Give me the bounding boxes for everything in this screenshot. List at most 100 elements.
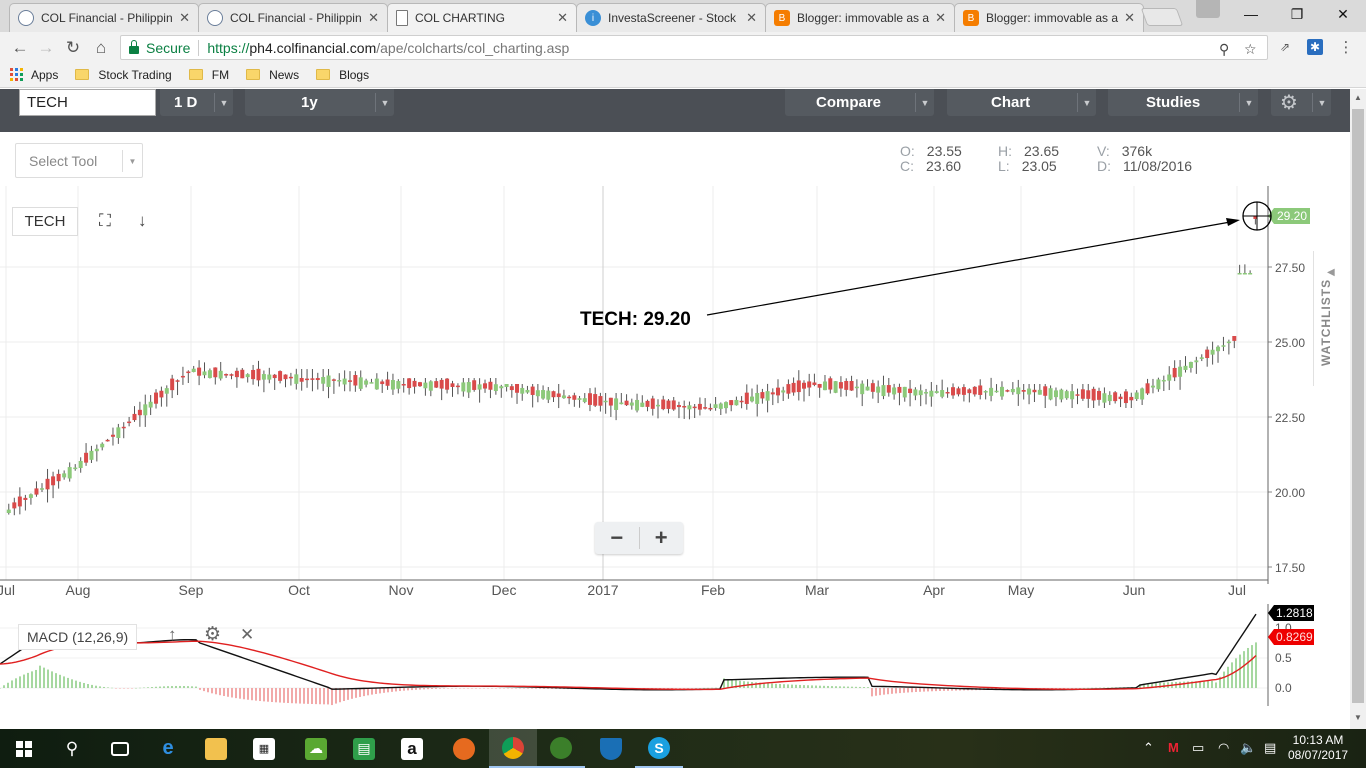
menu-icon[interactable]: ⋮ (1338, 39, 1354, 56)
bookmark-stock-trading[interactable]: Stock Trading (75, 68, 172, 82)
close-icon[interactable]: ✕ (240, 625, 254, 645)
reload-icon[interactable]: ↻ (62, 37, 84, 59)
defender-button[interactable] (587, 729, 635, 768)
candle-body (240, 369, 245, 379)
firefox-button[interactable] (440, 729, 488, 768)
macd-histogram-bar (1243, 651, 1245, 688)
candle-body (812, 382, 817, 385)
page-scrollbar[interactable]: ▲ ▼ (1350, 89, 1366, 729)
lock-icon (129, 39, 139, 54)
edge-button[interactable]: e (144, 729, 192, 768)
task-view-button[interactable] (96, 729, 144, 768)
select-tool-dropdown[interactable]: Select Tool ▼ (15, 143, 143, 178)
tab-col-charting[interactable]: COL CHARTING ✕ (387, 3, 577, 32)
macd-histogram-bar (807, 685, 809, 688)
macd-histogram-bar (143, 687, 145, 689)
candle-body (718, 403, 723, 409)
range-dropdown[interactable]: 1y ▼ (245, 89, 394, 116)
store-button[interactable]: ▦ (240, 729, 288, 768)
forward-icon[interactable]: → (35, 37, 57, 59)
zoom-icon[interactable]: ⚲ (1219, 41, 1229, 58)
back-icon[interactable]: ← (9, 37, 31, 59)
candle-body (1150, 385, 1155, 388)
star-icon[interactable]: ☆ (1244, 41, 1257, 58)
wifi-icon[interactable]: ◠ (1218, 740, 1229, 756)
watchlists-tab[interactable]: ◀ WATCHLISTS (1313, 251, 1350, 386)
start-button[interactable] (0, 729, 48, 768)
volume-icon[interactable]: 🔈 (1240, 740, 1256, 756)
chrome-button[interactable] (489, 729, 537, 768)
bookmark-apps[interactable]: Apps (10, 68, 58, 82)
candle-body (412, 380, 417, 387)
macd-histogram-bar (1107, 687, 1109, 688)
extension-icon[interactable]: ⇗ (1277, 39, 1293, 55)
bookmark-blogs[interactable]: Blogs (316, 68, 369, 82)
skype-button[interactable]: S (635, 729, 683, 768)
tab-blogger-1[interactable]: B Blogger: immovable as a ✕ (765, 3, 955, 32)
bookmark-news[interactable]: News (246, 68, 299, 82)
scroll-down-icon[interactable]: ▼ (1354, 713, 1362, 722)
mcafee-icon[interactable]: M (1168, 740, 1179, 755)
candle-body (137, 409, 142, 416)
x-tick-label: May (1008, 582, 1034, 598)
macd-histogram-bar (1079, 688, 1081, 689)
arrow-up-icon[interactable]: ↑ (168, 625, 177, 645)
candle-body (1107, 394, 1112, 402)
file-explorer-button[interactable] (192, 729, 240, 768)
amazon-button[interactable]: a (388, 729, 436, 768)
ohlc-low: L: 23.05 (998, 158, 1057, 174)
zoom-out-button[interactable]: − (595, 522, 639, 554)
profile-icon[interactable] (1196, 0, 1220, 18)
battery-icon[interactable]: ▭ (1192, 740, 1204, 756)
close-icon[interactable]: ✕ (368, 10, 379, 26)
minimize-button[interactable]: — (1228, 0, 1274, 28)
game-button[interactable] (537, 729, 585, 768)
tab-blogger-2[interactable]: B Blogger: immovable as a ✕ (954, 3, 1144, 32)
tab-investascreener[interactable]: i InvestaScreener - Stock ✕ (576, 3, 766, 32)
macd-histogram-bar (703, 687, 705, 689)
snowflake-extension-icon[interactable]: ✱ (1307, 39, 1323, 55)
restore-button[interactable]: ❐ (1274, 0, 1320, 28)
system-clock[interactable]: 10:13 AM 08/07/2017 (1288, 733, 1348, 763)
notes-app-button[interactable]: ▤ (340, 729, 388, 768)
macd-histogram-bar (119, 688, 121, 689)
macd-histogram-bar (59, 674, 61, 688)
scroll-up-icon[interactable]: ▲ (1354, 93, 1362, 102)
tab-col-financial-2[interactable]: COL Financial - Philippin ✕ (198, 3, 388, 32)
studies-dropdown[interactable]: Studies ▼ (1108, 89, 1258, 116)
address-bar[interactable]: Secure https:// ph4.colfinancial.com /ap… (120, 35, 1268, 60)
scrollbar-thumb[interactable] (1352, 109, 1364, 703)
interval-dropdown[interactable]: 1 D ▼ (160, 89, 233, 116)
candle-body (645, 400, 650, 407)
candle-body (337, 380, 342, 382)
arrow-down-icon[interactable]: ↓ (138, 211, 147, 231)
home-icon[interactable]: ⌂ (90, 37, 112, 59)
symbol-input[interactable] (19, 89, 156, 116)
close-icon[interactable]: ✕ (179, 10, 190, 26)
close-window-button[interactable]: ✕ (1320, 0, 1366, 28)
close-icon[interactable]: ✕ (1124, 10, 1135, 26)
chevron-up-icon[interactable]: ⌃ (1143, 740, 1154, 756)
tab-col-financial-1[interactable]: COL Financial - Philippin ✕ (9, 3, 199, 32)
search-button[interactable]: ⚲ (48, 729, 96, 768)
macd-histogram-bar (507, 688, 509, 689)
close-icon[interactable]: ✕ (557, 10, 568, 26)
money-app-button[interactable]: ☁ (292, 729, 340, 768)
zoom-in-button[interactable]: + (639, 522, 683, 554)
close-icon[interactable]: ✕ (935, 10, 946, 26)
compare-dropdown[interactable]: Compare ▼ (785, 89, 934, 116)
close-icon[interactable]: ✕ (746, 10, 757, 26)
notification-icon[interactable]: ▤ (1264, 740, 1276, 756)
new-tab-button[interactable] (1140, 8, 1184, 26)
macd-histogram-bar (275, 688, 277, 703)
gear-icon[interactable]: ⚙ (204, 623, 221, 646)
macd-histogram-bar (407, 688, 409, 691)
candle-body (148, 401, 153, 408)
settings-dropdown[interactable]: ⚙ ▼ (1271, 89, 1331, 116)
fullscreen-icon[interactable]: ⛶ (99, 211, 111, 231)
chart-type-dropdown[interactable]: Chart ▼ (947, 89, 1096, 116)
macd-histogram-bar (191, 686, 193, 688)
bookmark-fm[interactable]: FM (188, 68, 229, 82)
macd-histogram-bar (895, 688, 897, 694)
candle-body (619, 402, 624, 405)
